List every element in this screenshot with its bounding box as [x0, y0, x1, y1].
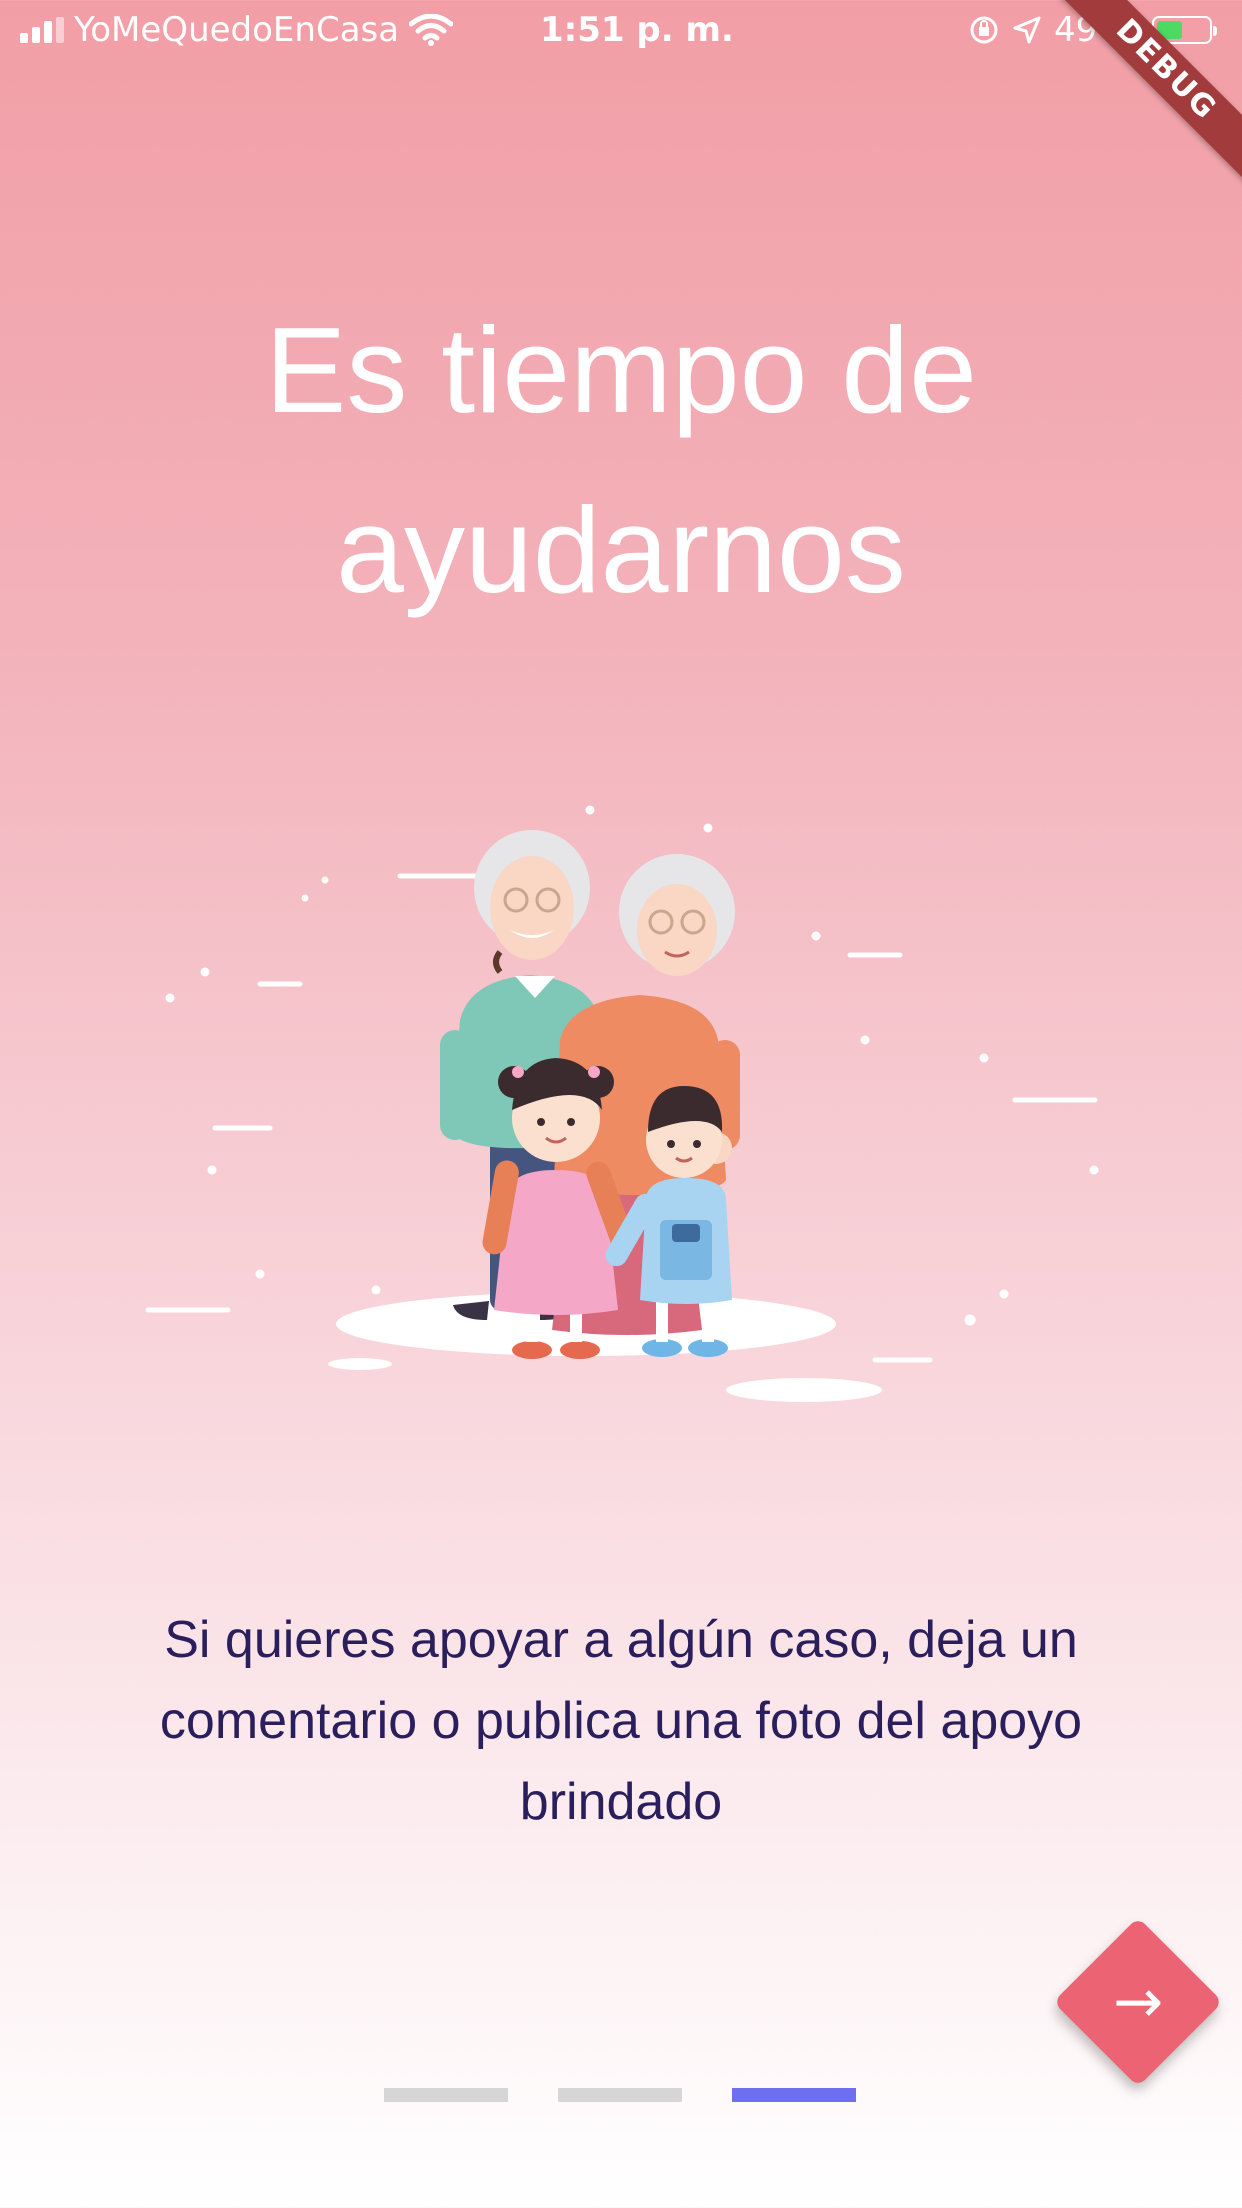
carrier-name: YoMeQuedoEnCasa [74, 10, 400, 50]
arrow-right-icon: → [1112, 1967, 1164, 2037]
status-time: 1:51 p. m. [540, 10, 734, 50]
status-bar: YoMeQuedoEnCasa 1:51 p. m. 49 % [0, 0, 1242, 62]
onboarding-title: Es tiempo de ayudarnos [264, 302, 978, 618]
page-indicator-dot-1[interactable] [384, 2088, 508, 2102]
page-indicator-dot-3[interactable] [732, 2088, 856, 2102]
page-indicator [384, 2088, 858, 2104]
signal-icon [20, 17, 64, 43]
family-illustration [145, 805, 1099, 1402]
orientation-lock-icon [970, 16, 998, 44]
onboarding-description: Si quieres apoyar a algún caso, deja un … [159, 1611, 1083, 1831]
next-button[interactable]: → [1053, 1917, 1223, 2087]
location-arrow-icon [1013, 16, 1041, 44]
page-indicator-dot-2[interactable] [558, 2088, 682, 2102]
wifi-icon [409, 14, 454, 46]
